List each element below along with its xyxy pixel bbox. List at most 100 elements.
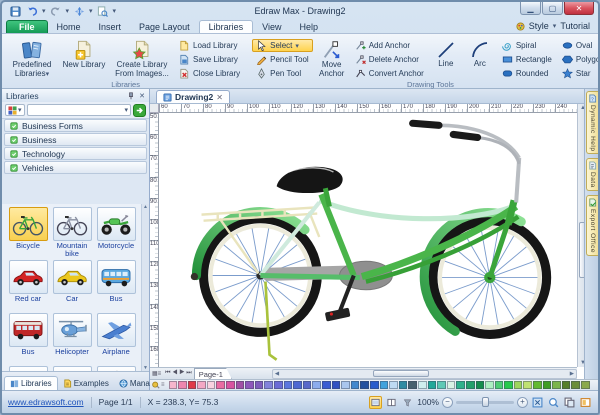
color-swatch[interactable] — [322, 381, 331, 390]
color-swatch[interactable] — [456, 381, 465, 390]
line-tool-button[interactable]: Line — [430, 37, 462, 69]
color-swatch[interactable] — [504, 381, 513, 390]
color-swatch[interactable] — [216, 381, 225, 390]
side-tab-export-office[interactable]: Export Office — [586, 195, 598, 256]
load-library-button[interactable]: Load Library — [175, 39, 244, 52]
horizontal-scroll-thumb[interactable] — [373, 370, 429, 377]
library-item-airplane[interactable]: Airplane — [94, 313, 138, 364]
library-item-red-car[interactable]: Red car — [6, 260, 50, 311]
delete-anchor-button[interactable]: Delete Anchor — [351, 53, 428, 66]
convert-anchor-button[interactable]: Convert Anchor — [351, 67, 428, 80]
color-swatch[interactable] — [418, 381, 427, 390]
color-swatch[interactable] — [495, 381, 504, 390]
search-go-button[interactable] — [133, 104, 146, 117]
color-swatch[interactable] — [274, 381, 283, 390]
category-business[interactable]: Business — [4, 133, 147, 146]
color-swatch[interactable] — [389, 381, 398, 390]
navigate-caret-icon[interactable]: ▾ — [89, 7, 93, 15]
oval-tool-button[interactable]: Oval — [558, 39, 600, 52]
save-button[interactable] — [8, 5, 22, 17]
color-swatch[interactable] — [380, 381, 389, 390]
color-swatch[interactable] — [523, 381, 532, 390]
color-swatch[interactable] — [312, 381, 321, 390]
search-input[interactable]: ▾ — [27, 104, 131, 116]
normal-view-button[interactable] — [369, 396, 382, 409]
customize-toolbar-icon[interactable]: ▾ — [113, 7, 117, 15]
color-swatch[interactable] — [562, 381, 571, 390]
redo-caret-icon[interactable]: ▾ — [66, 7, 70, 15]
category-technology[interactable]: Technology — [4, 147, 147, 160]
panel-tab-libraries[interactable]: Libraries — [4, 376, 58, 390]
color-swatch[interactable] — [571, 381, 580, 390]
star-tool-button[interactable]: Star — [558, 67, 600, 80]
side-tab-dynamic-help[interactable]: ?Dynamic Help — [586, 91, 598, 154]
redo-button[interactable] — [49, 5, 63, 17]
color-swatch[interactable] — [533, 381, 542, 390]
color-swatch[interactable] — [581, 381, 590, 390]
color-swatch[interactable] — [303, 381, 312, 390]
category-business-forms[interactable]: Business Forms — [4, 119, 147, 132]
undo-caret-icon[interactable]: ▾ — [42, 7, 46, 15]
predefined-libraries-button[interactable]: Predefined Libraries▾ — [7, 37, 57, 80]
tab-home[interactable]: Home — [48, 21, 90, 33]
arc-tool-button[interactable]: Arc — [464, 37, 496, 69]
page-view-button[interactable] — [385, 396, 398, 409]
pen-tool-button[interactable]: Pen Tool — [252, 67, 313, 80]
add-anchor-button[interactable]: Add Anchor — [351, 39, 428, 52]
color-swatch[interactable] — [341, 381, 350, 390]
spiral-tool-button[interactable]: Spiral — [498, 39, 556, 52]
pencil-tool-button[interactable]: Pencil Tool — [252, 53, 313, 66]
color-swatch[interactable] — [543, 381, 552, 390]
rounded-tool-button[interactable]: Rounded — [498, 67, 556, 80]
color-swatch[interactable] — [264, 381, 273, 390]
navigate-button[interactable] — [72, 5, 86, 17]
print-preview-button[interactable] — [96, 5, 110, 17]
tab-view[interactable]: View — [253, 21, 290, 33]
color-swatch[interactable] — [437, 381, 446, 390]
library-item-bicycle[interactable]: Bicycle — [6, 207, 50, 258]
new-library-button[interactable]: New Library — [59, 37, 109, 71]
zoom-in-button[interactable]: + — [517, 397, 528, 408]
color-swatch[interactable] — [293, 381, 302, 390]
page-nav-buttons[interactable]: ⏮ ◀ ▶ ⏭ — [163, 370, 194, 377]
library-item-mountain-bike[interactable]: Mountain bike — [50, 207, 94, 258]
color-swatch[interactable] — [514, 381, 523, 390]
color-swatch[interactable] — [408, 381, 417, 390]
fullscreen-view-button[interactable] — [401, 396, 414, 409]
color-swatch[interactable] — [255, 381, 264, 390]
panel-close-icon[interactable]: ✕ — [139, 92, 145, 100]
color-swatch[interactable] — [245, 381, 254, 390]
library-item-bus[interactable]: Bus — [6, 313, 50, 364]
color-swatch[interactable] — [370, 381, 379, 390]
color-swatch[interactable] — [197, 381, 206, 390]
color-swatch[interactable] — [447, 381, 456, 390]
color-swatch[interactable] — [207, 381, 216, 390]
tab-file[interactable]: File — [6, 20, 48, 33]
undo-button[interactable] — [25, 5, 39, 17]
color-swatch[interactable] — [332, 381, 341, 390]
color-swatch[interactable] — [552, 381, 561, 390]
scroll-left-icon[interactable]: ◀ — [275, 371, 279, 377]
tab-page-layout[interactable]: Page Layout — [130, 21, 199, 33]
document-tab[interactable]: Drawing2 ✕ — [156, 90, 230, 103]
library-item-bus[interactable]: Bus — [94, 260, 138, 311]
close-library-button[interactable]: Close Library — [175, 67, 244, 80]
close-button[interactable]: ✕ — [564, 2, 594, 15]
zoom-area-button[interactable] — [547, 396, 560, 409]
library-item-car[interactable]: Car — [50, 260, 94, 311]
color-swatch[interactable] — [178, 381, 187, 390]
color-swatch[interactable] — [466, 381, 475, 390]
minimize-button[interactable]: ▁ — [520, 2, 541, 15]
scroll-right-icon[interactable]: ▶ — [570, 371, 574, 377]
tab-insert[interactable]: Insert — [90, 21, 131, 33]
canvas-horizontal-scrollbar[interactable]: ◀ ▶ — [272, 369, 577, 379]
tab-close-icon[interactable]: ✕ — [216, 93, 223, 102]
polygon-tool-button[interactable]: Polygon — [558, 53, 600, 66]
select-tool-button[interactable]: Select▾ — [252, 39, 313, 52]
color-swatch[interactable] — [428, 381, 437, 390]
color-swatch[interactable] — [360, 381, 369, 390]
style-button[interactable]: Style — [529, 21, 549, 31]
zoom-slider-thumb[interactable] — [482, 397, 489, 407]
library-item-motorcycle[interactable]: Motorcycle — [94, 207, 138, 258]
create-library-from-images-button[interactable]: Create Library From Images... — [111, 37, 173, 80]
